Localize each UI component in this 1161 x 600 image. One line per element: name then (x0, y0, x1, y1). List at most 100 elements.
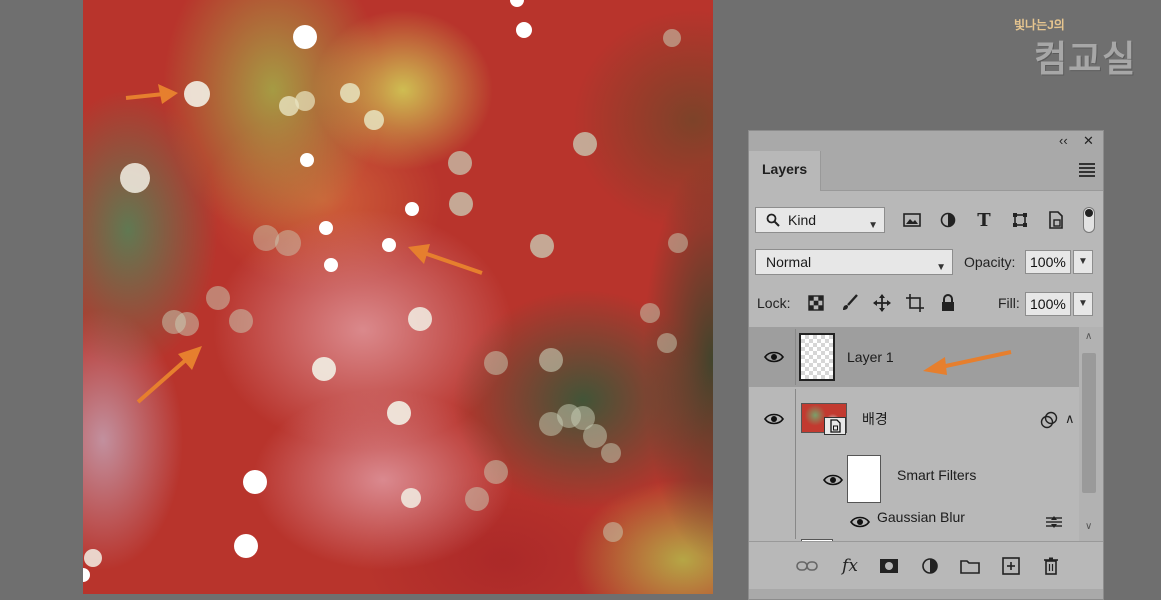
layer-1-thumbnail (799, 333, 835, 381)
layer-style-fx-icon[interactable]: fx (839, 556, 861, 576)
bokeh-light-spot (312, 357, 336, 381)
image-filter-icon[interactable] (901, 209, 923, 231)
smart-filters-mask-thumbnail (847, 455, 881, 503)
bokeh-light-spot (324, 258, 338, 272)
bokeh-light-spot (84, 549, 102, 567)
trash-icon[interactable] (1040, 556, 1062, 576)
layers-scrollbar[interactable]: ∧ ∨ (1079, 327, 1103, 541)
panel-menu-icon[interactable] (1079, 163, 1095, 177)
eye-icon[interactable] (764, 412, 784, 426)
collapse-effects-icon[interactable]: ∧ (1065, 411, 1075, 427)
collapse-panel-button[interactable]: ‹‹ (1059, 133, 1068, 149)
smart-filter-indicator-icon (1040, 411, 1058, 429)
chevron-down-icon: ▼ (868, 220, 878, 231)
panel-resize-grip[interactable] (749, 589, 1103, 599)
add-mask-icon[interactable] (878, 556, 900, 576)
lock-artboard-icon[interactable] (905, 293, 925, 313)
lock-transparent-pixels-icon[interactable] (806, 293, 826, 313)
adjustment-filter-icon[interactable] (937, 209, 959, 231)
type-filter-icon[interactable]: T (973, 209, 995, 231)
bokeh-light-spot (530, 234, 554, 258)
search-icon (766, 213, 780, 227)
fill-field[interactable]: 100% (1025, 292, 1071, 316)
shape-filter-icon[interactable] (1009, 209, 1031, 231)
bokeh-light-spot (293, 25, 317, 49)
layers-bottom-toolbar: fx (749, 541, 1103, 589)
bokeh-light-spot (382, 238, 396, 252)
layer-row-layer-1[interactable]: Layer 1 (749, 327, 1079, 387)
bokeh-light-spot (603, 522, 623, 542)
panel-topbar: ‹‹ ✕ (749, 131, 1103, 151)
bokeh-light-spot (206, 286, 230, 310)
tab-layers[interactable]: Layers (749, 151, 821, 191)
bokeh-light-spot (484, 460, 508, 484)
scroll-thumb[interactable] (1082, 353, 1096, 493)
bokeh-light-spot (663, 29, 681, 47)
opacity-slider-toggle[interactable]: ▼ (1073, 250, 1093, 274)
bokeh-light-spot (583, 424, 607, 448)
bokeh-light-spot (319, 221, 333, 235)
watermark-logo: 빛나는J의 컴교실 (1010, 12, 1150, 79)
opacity-field[interactable]: 100% (1025, 250, 1071, 274)
filter-toggle-switch[interactable] (1083, 207, 1095, 233)
layer-row-gaussian-blur[interactable]: Gaussian Blur (749, 507, 1079, 533)
annotation-arrow-4 (923, 350, 1012, 375)
smart-object-badge-icon (824, 417, 846, 435)
scroll-down-icon[interactable]: ∨ (1085, 521, 1092, 532)
eye-icon[interactable] (764, 350, 784, 364)
bokeh-light-spot (405, 202, 419, 216)
bokeh-light-spot (364, 110, 384, 130)
kind-filter-dropdown[interactable]: Kind ▼ (755, 207, 885, 233)
eye-icon[interactable] (850, 515, 870, 529)
annotation-arrow-3 (136, 346, 202, 404)
bokeh-light-spot (275, 230, 301, 256)
bokeh-light-spot (465, 487, 489, 511)
bokeh-light-spot (408, 307, 432, 331)
lock-all-icon[interactable] (938, 293, 958, 313)
document-canvas-area (0, 0, 740, 600)
new-group-folder-icon[interactable] (959, 556, 981, 576)
bokeh-light-spot (120, 163, 150, 193)
bokeh-light-spot (657, 333, 677, 353)
layer-row-smart-filters[interactable]: Smart Filters (749, 451, 1079, 507)
background-layer-name[interactable]: 배경 (862, 409, 888, 429)
bokeh-light-spot (83, 568, 90, 582)
filter-blending-options-icon[interactable] (1045, 515, 1063, 529)
bokeh-light-spot (516, 22, 532, 38)
layers-panel: ‹‹ ✕ Layers Kind ▼ T Normal ▼ Opacity: 1… (748, 130, 1104, 600)
annotation-arrow-1 (125, 84, 178, 104)
lock-image-pixels-icon[interactable] (840, 293, 860, 313)
bokeh-light-spot (243, 470, 267, 494)
bokeh-light-spot (387, 401, 411, 425)
smart-object-filter-icon[interactable] (1045, 209, 1067, 231)
bokeh-light-spot (484, 351, 508, 375)
smart-filters-name[interactable]: Smart Filters (897, 467, 976, 483)
panel-tab-row: Layers (749, 151, 1103, 191)
scroll-up-icon[interactable]: ∧ (1085, 331, 1092, 342)
bokeh-light-spot (640, 303, 660, 323)
toggle-knob (1085, 209, 1093, 217)
new-layer-icon[interactable] (1000, 556, 1022, 576)
blend-mode-dropdown[interactable]: Normal ▼ (755, 249, 953, 275)
gaussian-blur-name[interactable]: Gaussian Blur (877, 509, 965, 525)
fill-slider-toggle[interactable]: ▼ (1073, 292, 1093, 316)
bokeh-light-spot (448, 151, 472, 175)
bokeh-light-spot (279, 96, 299, 116)
watermark-big-text: 컴교실 (1034, 38, 1137, 79)
layer-1-name[interactable]: Layer 1 (847, 349, 894, 365)
blend-row: Normal ▼ Opacity: 100% ▼ (749, 247, 1103, 277)
lock-label: Lock: (757, 295, 791, 311)
lock-row: Lock: Fill: 100% ▼ (749, 289, 1103, 319)
bokeh-light-spot (234, 534, 258, 558)
fill-label: Fill: (998, 295, 1020, 311)
new-adjustment-layer-icon[interactable] (919, 556, 941, 576)
bokeh-light-spot (229, 309, 253, 333)
link-layers-icon[interactable] (796, 556, 818, 576)
opacity-label: Opacity: (964, 254, 1016, 270)
lock-position-icon[interactable] (872, 293, 892, 313)
eye-icon[interactable] (823, 473, 843, 487)
layer-row-background[interactable]: 배경 ∧ (749, 389, 1079, 539)
close-panel-button[interactable]: ✕ (1083, 133, 1094, 149)
bokeh-light-spot (573, 132, 597, 156)
annotation-arrow-2 (408, 244, 483, 275)
